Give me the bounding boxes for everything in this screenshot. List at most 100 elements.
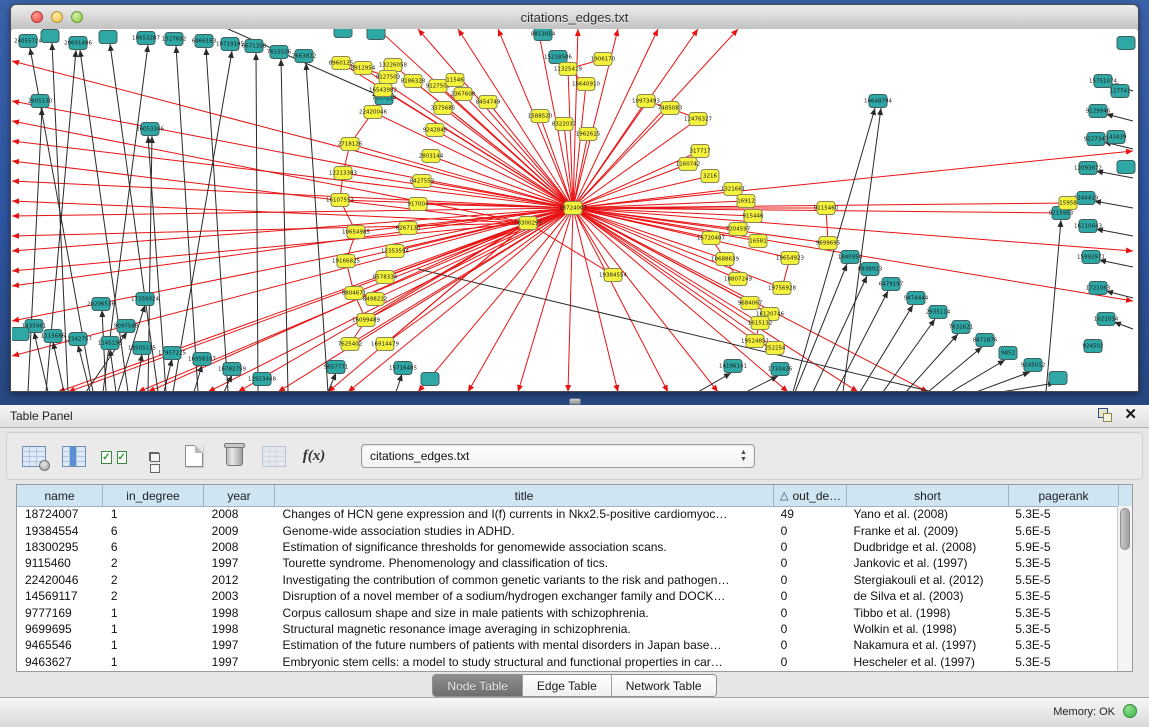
graph-node[interactable] — [12, 328, 29, 341]
citation-edge-red — [58, 223, 528, 391]
table-cell: 9115460 — [17, 556, 103, 570]
vertical-scrollbar[interactable] — [1117, 506, 1132, 671]
table-cell: Tibbo et al. (1998) — [845, 606, 1007, 620]
table-row[interactable]: 1456911722003Disruption of a novel membe… — [17, 588, 1117, 604]
citation-edge-red — [12, 208, 573, 356]
network-window-titlebar[interactable]: citations_edges.txt — [11, 5, 1138, 30]
graph-node-label: 7663822 — [292, 54, 317, 60]
graph-node[interactable] — [1117, 161, 1135, 174]
graph-node-label: 20206536 — [87, 302, 115, 308]
graph-node-label: 12476327 — [684, 117, 712, 123]
table-cell: 5.3E-5 — [1007, 507, 1117, 521]
scrollbar-thumb[interactable] — [1120, 508, 1130, 550]
table-cell: 5.3E-5 — [1007, 622, 1117, 636]
table-mode-icon[interactable] — [21, 443, 47, 469]
citation-edge-black — [860, 305, 913, 391]
graph-node-label: 16543982 — [369, 88, 397, 94]
delete-column-icon[interactable] — [221, 443, 247, 469]
graph-node[interactable] — [1117, 37, 1135, 50]
graph-node-label: 19756928 — [768, 286, 796, 292]
tab-network-table[interactable]: Network Table — [612, 675, 716, 696]
graph-node[interactable] — [1049, 372, 1067, 385]
column-header-out_de[interactable]: △out_de… — [774, 485, 847, 506]
table-cell: 5.3E-5 — [1007, 606, 1117, 620]
tab-edge-table[interactable]: Edge Table — [523, 675, 612, 696]
table-row[interactable]: 1872400712008Changes of HCN gene express… — [17, 506, 1117, 522]
graph-node-label: 1021034 — [1094, 317, 1119, 323]
graph-node-label: 13226058 — [379, 63, 407, 69]
graph-node-label: 1527602 — [162, 37, 187, 43]
float-window-icon[interactable] — [1098, 408, 1112, 422]
table-cell: 1998 — [204, 606, 275, 620]
graph-node-label: 9127503 — [376, 75, 401, 81]
table-cell: 14569117 — [17, 589, 103, 603]
table-cell: 2008 — [204, 540, 275, 554]
graph-node-label: 9115460 — [814, 206, 839, 212]
tab-node-table[interactable]: Node Table — [433, 675, 523, 696]
panel-title: Table Panel — [10, 409, 73, 423]
graph-node-label: 1145193 — [98, 341, 123, 347]
graph-node[interactable] — [41, 30, 59, 43]
graph-node-label: 3216 — [703, 174, 717, 180]
graph-node-label: 7632621 — [949, 325, 974, 331]
citation-network-graph[interactable]: 2405572420691406106532871527602646616310… — [12, 29, 1137, 391]
graph-node-label: 1615132 — [748, 321, 773, 327]
column-header-in_degree[interactable]: in_degree — [103, 485, 204, 506]
close-icon[interactable]: ✕ — [1124, 408, 1137, 422]
table-cell: 0 — [773, 589, 846, 603]
table-cell: 0 — [773, 573, 846, 587]
graph-node-label: 19384554 — [599, 273, 627, 279]
network-canvas[interactable]: 2405572420691406106532871527602646616310… — [12, 29, 1137, 391]
citation-edge-black — [256, 53, 258, 391]
delete-table-icon[interactable] — [261, 443, 287, 469]
table-cell: 0 — [773, 524, 846, 538]
table-select-value: citations_edges.txt — [370, 449, 469, 463]
select-all-icon[interactable]: ✓✓ — [101, 443, 127, 469]
table-cell: 2009 — [204, 524, 275, 538]
graph-node-label: 18724007 — [559, 206, 587, 212]
citation-edge-black — [136, 354, 142, 391]
graph-node-label: 12342757 — [64, 337, 92, 343]
table-cell: 5.3E-5 — [1007, 556, 1117, 570]
table-row[interactable]: 977716911998Corpus callosum shape and si… — [17, 604, 1117, 620]
graph-node-label: 9242845 — [423, 128, 448, 134]
table-row[interactable]: 911546021997Tourette syndrome. Phenomeno… — [17, 555, 1117, 571]
graph-node-label: 8498222 — [363, 297, 388, 303]
rows-icon[interactable] — [141, 443, 167, 469]
column-header-pagerank[interactable]: pagerank — [1009, 485, 1119, 506]
graph-node[interactable] — [334, 29, 352, 38]
column-header-year[interactable]: year — [204, 485, 275, 506]
column-header-short[interactable]: short — [847, 485, 1009, 506]
graph-node-label: 1721063 — [1086, 286, 1111, 292]
table-row[interactable]: 2242004622012Investigating the contribut… — [17, 572, 1117, 588]
table-row[interactable]: 969969511998Structural magnetic resonanc… — [17, 621, 1117, 637]
node-table: namein_degreeyeartitle△out_de…shortpager… — [16, 484, 1133, 672]
graph-node-label: 3375685 — [431, 106, 456, 112]
network-window[interactable]: citations_edges.txt 24055724206914061065… — [10, 4, 1139, 392]
trash-icon — [226, 446, 243, 466]
show-column-icon[interactable] — [61, 443, 87, 469]
table-select-dropdown[interactable]: citations_edges.txt ▲▼ — [361, 444, 755, 468]
graph-node-label: 9684067 — [738, 301, 763, 307]
table-row[interactable]: 946554611997Estimation of the future num… — [17, 637, 1117, 653]
table-cell: Wolkin et al. (1998) — [845, 622, 1007, 636]
splitter-grip-icon[interactable] — [569, 398, 581, 405]
graph-node[interactable] — [421, 373, 439, 386]
graph-node[interactable] — [99, 31, 117, 44]
table-cell: 1 — [103, 638, 204, 652]
graph-node-label: 1115686 — [41, 334, 66, 340]
function-builder-icon[interactable]: f(x) — [301, 443, 327, 469]
table-row[interactable]: 1938455462009Genome-wide association stu… — [17, 522, 1117, 538]
graph-node-label: 19524851 — [741, 339, 769, 345]
graph-node-label: 2935114 — [926, 310, 951, 316]
new-column-icon[interactable] — [181, 443, 207, 469]
graph-node-label: 12923448 — [248, 377, 276, 383]
table-row[interactable]: 1830029562008Estimation of significance … — [17, 539, 1117, 555]
column-header-name[interactable]: name — [17, 485, 103, 506]
panel-splitter[interactable] — [0, 392, 1149, 405]
table-row[interactable]: 946362711997Embryonic stem cells: a mode… — [17, 654, 1117, 670]
table-cell: 0 — [773, 638, 846, 652]
column-header-title[interactable]: title — [275, 485, 774, 506]
table-cell: 1 — [103, 507, 204, 521]
graph-node[interactable] — [367, 29, 385, 40]
